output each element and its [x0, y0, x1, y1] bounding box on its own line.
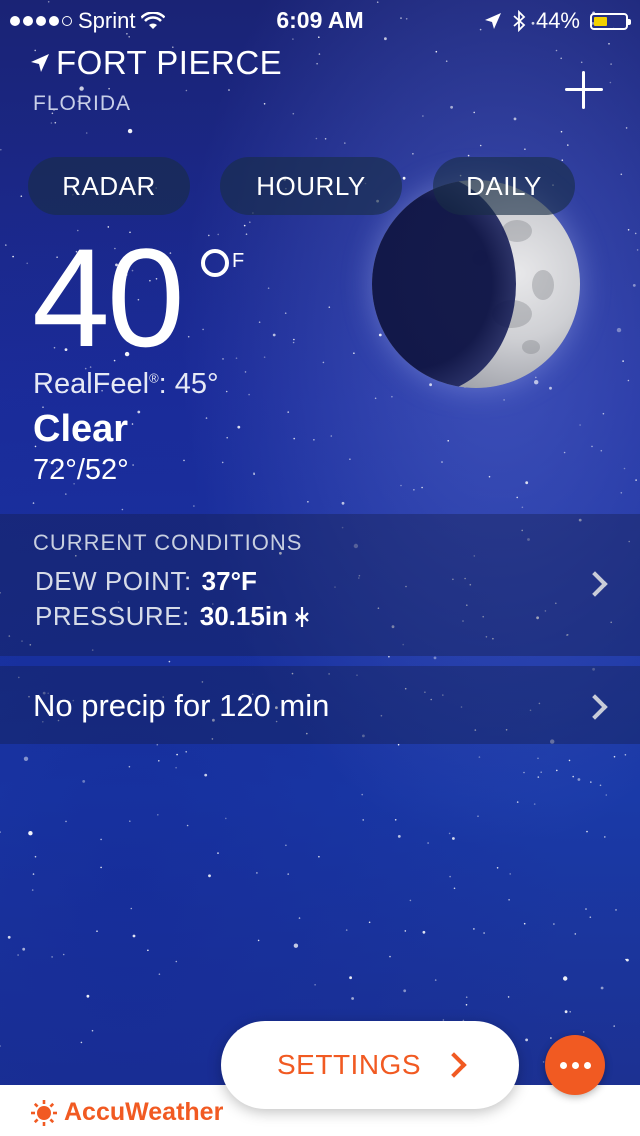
location-arrow-icon: [31, 54, 49, 72]
realfeel-label: RealFeel: [33, 368, 150, 400]
accuweather-logo: AccuWeather: [30, 1098, 223, 1127]
dew-point-label: DEW POINT:: [35, 566, 192, 596]
battery-icon: [590, 12, 631, 30]
add-location-button[interactable]: [562, 68, 606, 112]
sun-logo-icon: [31, 1099, 57, 1126]
more-dots-icon[interactable]: [545, 1035, 605, 1095]
precip-summary: No precip for 120 min: [33, 688, 330, 723]
temperature-unit: F: [232, 250, 245, 272]
current-conditions-title: CURRENT CONDITIONS: [33, 530, 303, 555]
weather-condition: Clear: [33, 408, 129, 450]
realfeel: RealFeel®: 45°: [33, 368, 219, 401]
settings-button[interactable]: SETTINGS: [221, 1021, 519, 1109]
high-low-temperature: 72°/52°: [33, 454, 129, 486]
status-bar: Sprint 6:09 AM 44%: [0, 0, 640, 40]
current-temperature: 40: [32, 219, 185, 376]
city-name: FORT PIERCE: [56, 44, 283, 81]
chevron-right-icon: [441, 1052, 467, 1078]
tab-radar[interactable]: RADAR: [28, 157, 190, 215]
dew-point-value: 37°F: [201, 566, 257, 596]
settings-label: SETTINGS: [276, 1049, 421, 1080]
brand-name: AccuWeather: [64, 1098, 224, 1126]
registered-mark: ®: [149, 370, 159, 386]
status-right: 44%: [484, 8, 631, 34]
pressure-row: PRESSURE: 30.15in: [35, 601, 310, 632]
pressure-value: 30.15in: [199, 601, 288, 631]
degree-symbol: [201, 249, 229, 277]
view-tabs: RADAR HOURLY DAILY: [28, 157, 628, 215]
location-services-icon: [484, 13, 501, 29]
battery-percent: 44%: [535, 8, 580, 33]
bluetooth-icon: [513, 10, 526, 32]
location-header[interactable]: FORT PIERCE: [30, 44, 282, 82]
tab-daily[interactable]: DAILY: [433, 157, 575, 215]
tab-hourly[interactable]: HOURLY: [220, 157, 402, 215]
dew-point-row: DEW POINT: 37°F: [35, 566, 257, 597]
state-name: FLORIDA: [33, 92, 132, 115]
steady-icon: [295, 606, 309, 627]
realfeel-value: : 45°: [158, 368, 219, 400]
pressure-label: PRESSURE:: [35, 601, 190, 631]
battery-level: [594, 16, 607, 26]
